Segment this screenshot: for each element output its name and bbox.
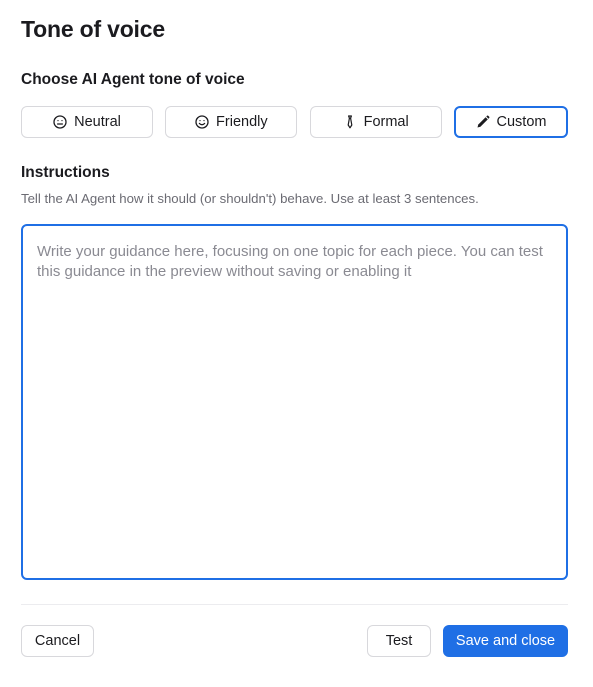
instructions-textarea[interactable]	[21, 224, 568, 580]
page-title: Tone of voice	[21, 16, 165, 42]
tone-option-custom[interactable]: Custom	[453, 106, 568, 138]
footer-divider	[21, 604, 568, 605]
pencil-icon	[476, 115, 490, 129]
tone-option-label: Formal	[363, 114, 409, 130]
tone-option-label: Friendly	[216, 114, 268, 130]
instructions-help-text: Tell the AI Agent how it should (or shou…	[21, 191, 479, 206]
tone-section-heading: Choose AI Agent tone of voice	[21, 71, 245, 88]
tone-option-friendly[interactable]: Friendly	[165, 106, 298, 138]
instructions-heading: Instructions	[21, 164, 110, 181]
tone-option-label: Custom	[496, 114, 547, 130]
cancel-button[interactable]: Cancel	[21, 625, 94, 657]
save-and-close-button[interactable]: Save and close	[443, 625, 568, 657]
tone-option-neutral[interactable]: Neutral	[21, 106, 153, 138]
smile-face-icon	[195, 115, 209, 129]
tone-option-label: Neutral	[74, 114, 121, 130]
neutral-face-icon	[53, 115, 67, 129]
tie-icon	[343, 115, 357, 129]
test-button[interactable]: Test	[367, 625, 431, 657]
tone-option-formal[interactable]: Formal	[309, 106, 442, 138]
tone-options: Neutral Friendly Formal Custom	[21, 106, 568, 138]
